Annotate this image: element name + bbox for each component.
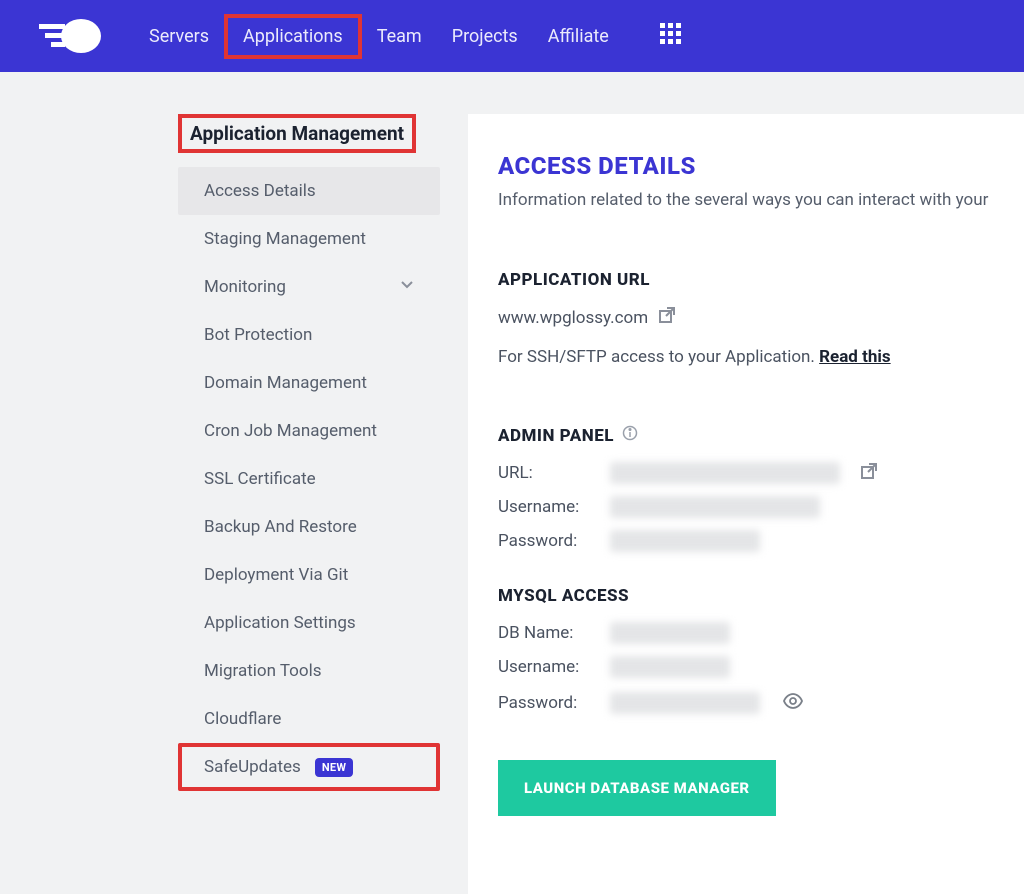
admin-panel-label-text: ADMIN PANEL [498,426,614,446]
sidebar-item-label: Monitoring [204,277,286,297]
launch-db-manager-button[interactable]: LAUNCH DATABASE MANAGER [498,760,776,816]
admin-url-value-hidden [610,462,840,484]
nav-applications[interactable]: Applications [224,14,362,59]
admin-password-value-hidden [610,530,760,552]
sidebar-item-label: Migration Tools [204,661,321,681]
sidebar-item-label: Staging Management [204,229,366,249]
ssh-read-this-link[interactable]: Read this [819,347,890,367]
sidebar-item-label: Cloudflare [204,709,281,729]
page-body: Application Management Access Details St… [0,72,1024,894]
sidebar-item-access-details[interactable]: Access Details [178,167,440,215]
app-url-label-text: APPLICATION URL [498,270,650,290]
mysql-password-row: Password: [498,690,994,716]
chevron-down-icon [400,277,414,297]
mysql-password-label: Password: [498,693,590,713]
mysql-password-value-hidden [610,692,760,714]
sidebar-item-label: Cron Job Management [204,421,377,441]
info-icon[interactable] [622,425,638,446]
sidebar-title: Application Management [190,122,404,145]
panel-subtitle: Information related to the several ways … [498,190,994,210]
mysql-username-row: Username: [498,656,994,678]
mysql-label-text: MYSQL ACCESS [498,586,629,606]
sidebar-item-cloudflare[interactable]: Cloudflare [178,695,440,743]
sidebar-item-safeupdates[interactable]: SafeUpdates NEW [178,743,440,791]
brand-logo[interactable] [36,16,106,56]
nav-team[interactable]: Team [362,18,437,55]
admin-password-row: Password: [498,530,994,552]
nav-servers[interactable]: Servers [134,18,224,55]
admin-username-value-hidden [610,496,820,518]
sidebar-item-label: Bot Protection [204,325,312,345]
eye-icon[interactable] [782,690,804,716]
sidebar-item-deployment-git[interactable]: Deployment Via Git [178,551,440,599]
panel-title: ACCESS DETAILS [498,152,994,180]
sidebar-item-monitoring[interactable]: Monitoring [178,263,440,311]
sidebar: Application Management Access Details St… [178,114,440,894]
sidebar-item-ssl[interactable]: SSL Certificate [178,455,440,503]
sidebar-item-bot-protection[interactable]: Bot Protection [178,311,440,359]
apps-grid-icon[interactable] [660,23,682,49]
sidebar-item-label: Access Details [204,181,316,201]
sidebar-item-label: SSL Certificate [204,469,316,489]
admin-username-label: Username: [498,497,590,517]
ssh-hint: For SSH/SFTP access to your Application.… [498,347,994,367]
sidebar-item-backup-restore[interactable]: Backup And Restore [178,503,440,551]
nav-projects[interactable]: Projects [437,18,533,55]
admin-url-row: URL: [498,462,994,484]
sidebar-item-staging[interactable]: Staging Management [178,215,440,263]
app-url-row: www.wpglossy.com [498,306,994,329]
mysql-username-value-hidden [610,656,730,678]
mysql-dbname-label: DB Name: [498,623,590,643]
mysql-username-label: Username: [498,657,590,677]
admin-password-label: Password: [498,531,590,551]
main-panel: ACCESS DETAILS Information related to th… [468,114,1024,894]
sidebar-item-cron-job[interactable]: Cron Job Management [178,407,440,455]
sidebar-item-label: Domain Management [204,373,367,393]
external-link-icon[interactable] [658,306,676,329]
sidebar-item-label: Deployment Via Git [204,565,348,585]
sidebar-item-label: Application Settings [204,613,356,633]
mysql-dbname-row: DB Name: [498,622,994,644]
mysql-section-label: MYSQL ACCESS [498,586,994,606]
admin-panel-section-label: ADMIN PANEL [498,425,994,446]
new-badge: NEW [315,758,353,777]
external-link-icon[interactable] [860,462,878,484]
sidebar-title-highlight: Application Management [178,114,416,153]
mysql-dbname-value-hidden [610,622,730,644]
sidebar-item-label: SafeUpdates [204,757,301,777]
sidebar-item-domain-management[interactable]: Domain Management [178,359,440,407]
nav-affiliate[interactable]: Affiliate [533,18,624,55]
top-bar: Servers Applications Team Projects Affil… [0,0,1024,72]
ssh-hint-text: For SSH/SFTP access to your Application. [498,347,819,367]
sidebar-item-label: Backup And Restore [204,517,357,537]
app-url-value[interactable]: www.wpglossy.com [498,308,648,328]
sidebar-item-migration[interactable]: Migration Tools [178,647,440,695]
top-nav: Servers Applications Team Projects Affil… [134,14,624,59]
admin-url-label: URL: [498,463,590,483]
sidebar-item-app-settings[interactable]: Application Settings [178,599,440,647]
app-url-section-label: APPLICATION URL [498,270,994,290]
admin-username-row: Username: [498,496,994,518]
